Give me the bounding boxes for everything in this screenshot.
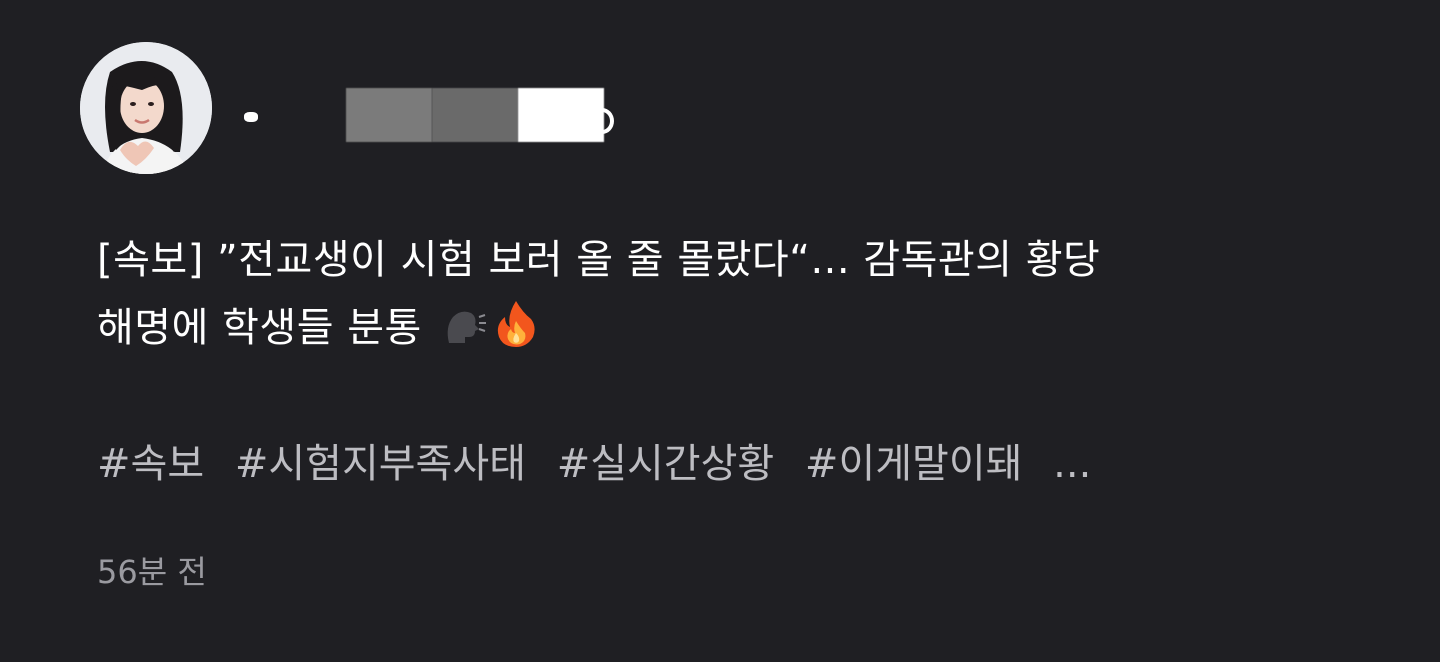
username-fragment (244, 112, 258, 122)
username-fragment (590, 108, 614, 134)
hashtag-link[interactable]: #이게말이돼 (805, 441, 1023, 487)
hashtag-list: #속보 #시험지부족사태 #실시간상황 #이게말이돼 ... (97, 434, 1091, 494)
post-title-line-1: [속보] ”전교생이 시험 보러 올 줄 몰랐다“... 감독관의 황당 (97, 237, 1101, 283)
fire-icon (493, 299, 539, 370)
speaking-head-icon (441, 302, 487, 370)
username-obscured[interactable] (244, 84, 614, 144)
hashtag-link[interactable]: #실시간상황 (557, 441, 775, 487)
avatar[interactable] (80, 42, 212, 174)
post-title-line-2: 해명에 학생들 분통 (97, 305, 422, 351)
avatar-photo (80, 42, 212, 174)
post-timestamp: 56분 전 (97, 553, 207, 591)
post-title: [속보] ”전교생이 시험 보러 올 줄 몰랐다“... 감독관의 황당 해명에… (97, 226, 1337, 370)
post-card: [속보] ”전교생이 시험 보러 올 줄 몰랐다“... 감독관의 황당 해명에… (0, 0, 1440, 662)
mosaic-block (346, 88, 432, 142)
more-hashtags[interactable]: ... (1053, 441, 1091, 487)
hashtag-link[interactable]: #시험지부족사태 (235, 441, 526, 487)
mosaic-block (432, 88, 518, 142)
hashtag-link[interactable]: #속보 (97, 441, 204, 487)
